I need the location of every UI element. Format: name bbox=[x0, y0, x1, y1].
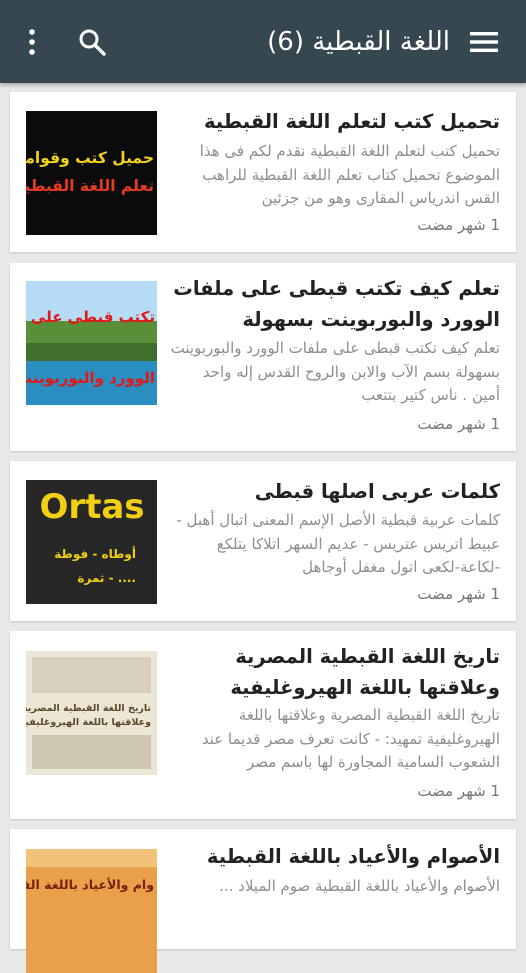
post-excerpt: تاريخ اللغة القبطية المصرية وعلاقتها بال… bbox=[201, 706, 500, 771]
thumb-caption-line: وعلاقتها باللغة الهيروغليفية bbox=[26, 717, 151, 728]
post-time: 1 شهر مضت bbox=[417, 415, 500, 433]
thumb-caption-line: Ortas bbox=[39, 487, 144, 527]
post-card[interactable]: تاريخ اللغة القبطية المصرية وعلاقتها بال… bbox=[10, 631, 516, 819]
thumb-caption-line: أوطاه - فوطة bbox=[54, 546, 136, 562]
post-excerpt: تعلم كيف تكتب قبطى على ملفات الوورد والب… bbox=[170, 339, 500, 404]
post-card[interactable]: Ortas أوطاه - فوطة ثمرة - .... كلمات عرب… bbox=[10, 461, 516, 621]
post-title[interactable]: تاريخ اللغة القبطية المصرية وعلاقتها بال… bbox=[170, 641, 500, 703]
post-thumbnail: وام والأعياد باللغة القب bbox=[26, 849, 157, 973]
app-bar: اللغة القبطية (6) bbox=[0, 0, 526, 83]
post-title[interactable]: الأصوام والأعياد باللغة القبطية bbox=[170, 841, 500, 872]
post-thumbnail: تكتب قبطى على م الوورد والبوربوينت bbox=[26, 281, 157, 405]
post-excerpt: كلمات عربية قبطية الأصل الإسم المعنى اتب… bbox=[176, 511, 500, 576]
thumb-caption-line: تكتب قبطى على م bbox=[26, 308, 155, 326]
thumb-caption-line: تعلم اللغة القبطية bbox=[26, 177, 154, 195]
post-excerpt: الأصوام والأعياد باللغة القبطية صوم المي… bbox=[219, 877, 500, 895]
hamburger-menu-icon[interactable] bbox=[462, 20, 506, 64]
thumb-caption-line: حميل كتب وقواميس bbox=[26, 149, 154, 167]
post-title[interactable]: كلمات عربى اصلها قبطى bbox=[170, 476, 500, 507]
post-time: 1 شهر مضت bbox=[417, 216, 500, 234]
thumb-caption-line: الوورد والبوربوينت bbox=[26, 369, 155, 387]
search-icon[interactable] bbox=[70, 20, 114, 64]
post-time: 1 شهر مضت bbox=[417, 782, 500, 800]
thumb-caption-line: ثمرة - .... bbox=[77, 571, 136, 585]
post-thumbnail: Ortas أوطاه - فوطة ثمرة - .... bbox=[26, 480, 157, 604]
more-vertical-icon[interactable] bbox=[10, 20, 54, 64]
post-card[interactable]: تكتب قبطى على م الوورد والبوربوينت تعلم … bbox=[10, 263, 516, 451]
thumb-caption-line: تاريخ اللغة القبطية المصرية bbox=[26, 703, 151, 714]
thumb-caption-line: وام والأعياد باللغة القب bbox=[26, 877, 154, 893]
post-card[interactable]: وام والأعياد باللغة القب الأصوام والأعيا… bbox=[10, 829, 516, 973]
post-excerpt: تحميل كتب لتعلم اللغة القبطية نقدم لكم ف… bbox=[199, 142, 500, 207]
post-card[interactable]: حميل كتب وقواميس تعلم اللغة القبطية تحمي… bbox=[10, 92, 516, 252]
post-thumbnail: حميل كتب وقواميس تعلم اللغة القبطية bbox=[26, 111, 157, 235]
page-title: اللغة القبطية (6) bbox=[267, 27, 450, 57]
post-thumbnail: تاريخ اللغة القبطية المصرية وعلاقتها بال… bbox=[26, 651, 157, 775]
post-title[interactable]: تعلم كيف تكتب قبطى على ملفات الوورد والب… bbox=[170, 273, 500, 335]
post-title[interactable]: تحميل كتب لتعلم اللغة القبطية bbox=[170, 106, 500, 137]
post-time: 1 شهر مضت bbox=[417, 585, 500, 603]
